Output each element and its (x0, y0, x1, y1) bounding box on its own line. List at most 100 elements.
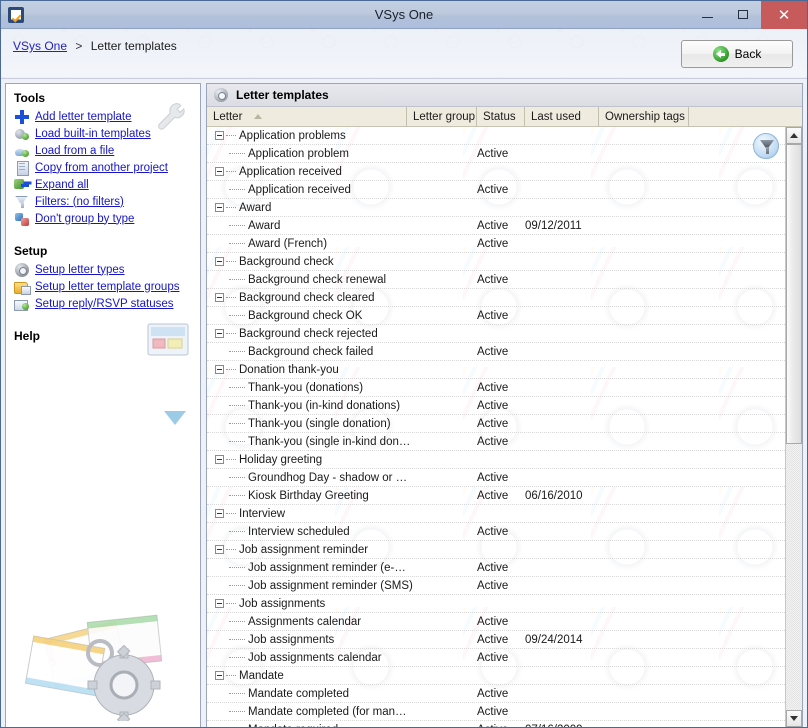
table-row[interactable]: Kiosk Birthday Greeting Active 06/16/2010 (207, 487, 785, 505)
cell-status: Active (477, 525, 509, 538)
tree-connector (226, 603, 236, 604)
tool-expand-all[interactable]: Expand all (6, 176, 200, 193)
table-row[interactable]: Award (French) Active (207, 235, 785, 253)
column-label: Letter (213, 110, 243, 123)
cell-status: Active (477, 417, 509, 430)
column-header-status[interactable]: Status (477, 106, 525, 127)
expander-collapse-icon[interactable] (215, 545, 224, 554)
letter-name: Thank-you (single in-kind don… (248, 435, 411, 448)
table-row[interactable]: Application problems (207, 127, 785, 145)
table-row[interactable]: Job assignments calendar Active (207, 649, 785, 667)
expander-collapse-icon[interactable] (215, 257, 224, 266)
expander-collapse-icon[interactable] (215, 131, 224, 140)
scrollbar-thumb[interactable] (786, 144, 802, 444)
page-title: Letter templates (236, 88, 329, 102)
tree-connector (226, 549, 236, 550)
table-row[interactable]: Mandate required Active07/16/2009 (207, 721, 785, 728)
table-row[interactable]: Background check (207, 253, 785, 271)
tool-label: Setup letter template groups (35, 280, 180, 293)
table-row[interactable]: Award (207, 199, 785, 217)
tree-connector (229, 405, 245, 406)
expander-collapse-icon[interactable] (215, 671, 224, 680)
letter-name: Application received (248, 183, 351, 196)
expander-collapse-icon[interactable] (215, 365, 224, 374)
grid-wrapper: Application problems Application problem A… (207, 127, 802, 727)
table-row[interactable]: Job assignment reminder (SMS) Active (207, 577, 785, 595)
table-row[interactable]: Job assignments Active 09/24/2014 (207, 631, 785, 649)
vertical-scrollbar[interactable] (785, 127, 802, 727)
cell-letter: Assignments calendar (207, 616, 407, 628)
scroll-up-button[interactable] (786, 127, 802, 144)
table-row[interactable]: Background check failed Active (207, 343, 785, 361)
table-row[interactable]: Background check OK Active (207, 307, 785, 325)
table-row[interactable]: Job assignments (207, 595, 785, 613)
expander-collapse-icon[interactable] (215, 329, 224, 338)
tree-connector (226, 513, 236, 514)
letter-name: Application problems (239, 129, 346, 142)
tool-filters[interactable]: Filters: (no filters) (6, 193, 200, 210)
tree-connector (229, 225, 245, 226)
maximize-icon (738, 10, 748, 19)
table-row[interactable]: Holiday greeting (207, 451, 785, 469)
table-row[interactable]: Mandate completed Active (207, 685, 785, 703)
triangle-down-icon[interactable] (164, 411, 186, 425)
table-row[interactable]: Mandate completed (for man… Active (207, 703, 785, 721)
scroll-down-button[interactable] (786, 710, 802, 727)
table-row[interactable]: Thank-you (in-kind donations) Active (207, 397, 785, 415)
expander-collapse-icon[interactable] (215, 509, 224, 518)
column-header-ownership-tags[interactable]: Ownership tags (599, 106, 689, 127)
table-row[interactable]: Job assignment reminder (e-… Active (207, 559, 785, 577)
tool-copy-from-another-project[interactable]: Copy from another project (6, 159, 200, 176)
table-row[interactable]: Job assignment reminder (207, 541, 785, 559)
column-header-last-used[interactable]: Last used (525, 106, 599, 127)
cell-status: Active (477, 687, 509, 700)
maximize-button[interactable] (725, 1, 761, 29)
scrollbar-track[interactable] (786, 144, 802, 710)
expander-collapse-icon[interactable] (215, 455, 224, 464)
table-row[interactable]: Assignments calendar Active (207, 613, 785, 631)
tree-connector (226, 171, 236, 172)
table-row[interactable]: Application received (207, 163, 785, 181)
table-row[interactable]: Application received Active (207, 181, 785, 199)
expander-collapse-icon[interactable] (215, 293, 224, 302)
table-row[interactable]: Thank-you (donations) Active (207, 379, 785, 397)
column-header-letter[interactable]: Letter (207, 106, 407, 127)
table-row[interactable]: Application problem Active (207, 145, 785, 163)
table-row[interactable]: Interview (207, 505, 785, 523)
cell-letter: Background check cleared (207, 292, 407, 304)
tool-dont-group-by-type[interactable]: Don't group by type (6, 210, 200, 227)
letter-name: Job assignments (248, 633, 335, 646)
table-row[interactable]: Donation thank-you (207, 361, 785, 379)
tool-setup-letter-types[interactable]: Setup letter types (6, 261, 200, 278)
back-button[interactable]: Back (681, 40, 793, 68)
expander-collapse-icon[interactable] (215, 167, 224, 176)
table-row[interactable]: Thank-you (single donation) Active (207, 415, 785, 433)
table-row[interactable]: Background check cleared (207, 289, 785, 307)
gear-icon (14, 262, 30, 278)
table-row[interactable]: Award Active 09/12/2011 (207, 217, 785, 235)
cell-letter: Application received (207, 166, 407, 178)
minimize-button[interactable] (689, 1, 725, 29)
letters-and-gears-art: URGENT (24, 614, 163, 721)
breadcrumb-root-link[interactable]: VSys One (13, 39, 67, 53)
cell-letter: Application problem (207, 148, 407, 160)
tree-connector (229, 693, 245, 694)
expander-collapse-icon[interactable] (215, 599, 224, 608)
tree-connector (226, 333, 236, 334)
table-row[interactable]: Background check rejected (207, 325, 785, 343)
expander-collapse-icon[interactable] (215, 203, 224, 212)
tool-load-from-file[interactable]: Load from a file (6, 142, 200, 159)
letter-name: Mandate (239, 669, 284, 682)
table-row[interactable]: Groundhog Day - shadow or … Active (207, 469, 785, 487)
tool-setup-letter-template-groups[interactable]: Setup letter template groups (6, 278, 200, 295)
table-row[interactable]: Interview scheduled Active (207, 523, 785, 541)
column-header-letter-group[interactable]: Letter group (407, 106, 477, 127)
filter-funnel-button[interactable] (753, 133, 779, 159)
table-row[interactable]: Background check renewal Active (207, 271, 785, 289)
cell-letter: Mandate required (207, 724, 407, 728)
tool-setup-reply-rsvp-statuses[interactable]: Setup reply/RSVP statuses (6, 295, 200, 312)
close-button[interactable]: ✕ (761, 1, 807, 29)
main-panel: Letter templates Letter Letter group Sta… (206, 83, 803, 727)
table-row[interactable]: Mandate (207, 667, 785, 685)
table-row[interactable]: Thank-you (single in-kind don… Active (207, 433, 785, 451)
